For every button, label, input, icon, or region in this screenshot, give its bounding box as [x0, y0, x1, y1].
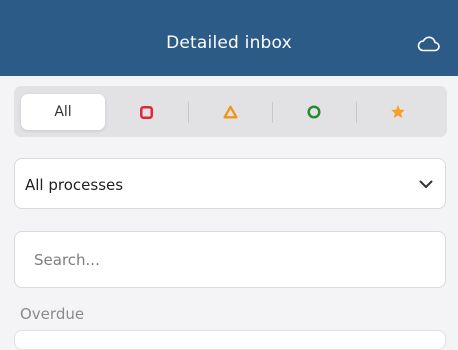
segment-divider	[272, 102, 273, 123]
section-header-overdue: Overdue	[20, 305, 85, 323]
process-select-value: All processes	[25, 176, 124, 194]
filter-all-label: All	[54, 104, 72, 120]
filter-orange-button[interactable]	[190, 94, 270, 130]
segment-divider	[356, 102, 357, 123]
red-square-icon	[139, 105, 153, 119]
orange-star-icon	[391, 105, 405, 118]
task-card[interactable]	[14, 330, 446, 350]
page-title: Detailed inbox	[166, 33, 292, 53]
app-header: Detailed inbox	[0, 0, 458, 76]
search-input[interactable]	[15, 232, 445, 287]
filter-star-button[interactable]	[358, 94, 438, 130]
orange-triangle-icon	[222, 105, 238, 119]
filter-red-button[interactable]	[106, 94, 186, 130]
priority-filter-bar: All	[14, 86, 447, 137]
segment-divider	[188, 102, 189, 123]
search-field[interactable]	[14, 231, 446, 288]
cloud-icon[interactable]	[417, 35, 440, 52]
filter-all-button[interactable]: All	[21, 94, 105, 130]
filter-green-button[interactable]	[274, 94, 354, 130]
process-select[interactable]: All processes	[14, 158, 446, 209]
chevron-down-icon	[419, 180, 433, 188]
green-circle-icon	[307, 105, 321, 119]
